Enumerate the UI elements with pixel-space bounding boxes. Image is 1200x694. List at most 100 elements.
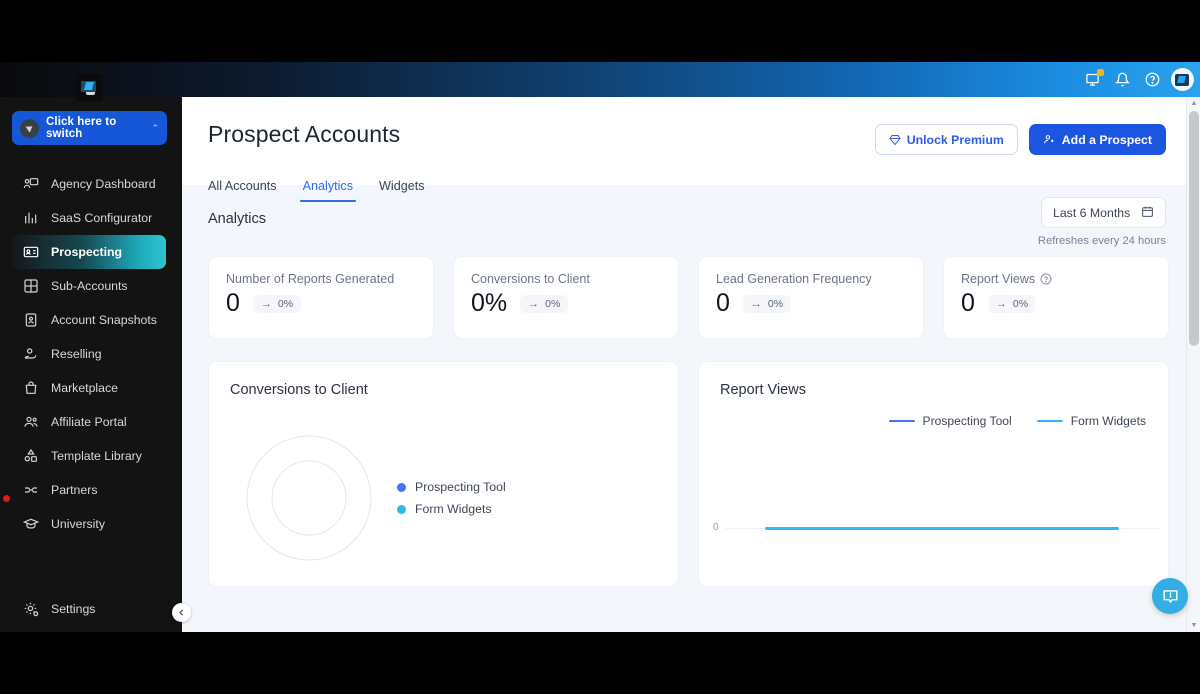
stat-card-group: Number of Reports Generated 0 → 0% Conve… bbox=[208, 256, 1169, 339]
header-actions: Unlock Premium Add a Prospect bbox=[874, 124, 1166, 155]
arrow-right-icon: → bbox=[260, 297, 272, 310]
stat-card-delta: → 0% bbox=[252, 294, 302, 313]
switch-account-label: Click here to switch bbox=[46, 116, 117, 140]
legend-line-icon bbox=[888, 419, 915, 423]
main-content: Prospect Accounts Unlock Premium Add a P… bbox=[182, 97, 1192, 632]
sidebar-item-partners[interactable]: Partners bbox=[12, 473, 166, 507]
sidebar-item-label: Settings bbox=[51, 602, 96, 616]
chat-info-icon[interactable] bbox=[1152, 578, 1188, 614]
unlock-premium-button[interactable]: Unlock Premium bbox=[874, 124, 1018, 155]
help-circle-icon[interactable] bbox=[1040, 273, 1052, 285]
stat-card-value: 0% bbox=[471, 289, 508, 317]
legend-label: Form Widgets bbox=[1070, 414, 1146, 428]
tab-analytics[interactable]: Analytics bbox=[299, 179, 357, 202]
app-logo[interactable] bbox=[76, 74, 103, 101]
sidebar-item-reselling[interactable]: Reselling bbox=[12, 337, 166, 371]
chart-panel-group: Conversions to Client Prospecting Tool F… bbox=[208, 361, 1169, 587]
user-plus-icon bbox=[1043, 133, 1056, 146]
scroll-down-icon[interactable]: ▼ bbox=[1187, 619, 1200, 632]
sidebar-item-label: Account Snapshots bbox=[51, 313, 157, 327]
stat-card-delta: → 0% bbox=[742, 294, 792, 313]
legend-item[interactable]: Form Widgets bbox=[1036, 414, 1146, 428]
report-views-chart-panel: Report Views Prospecting Tool Form Widge… bbox=[698, 361, 1169, 587]
screenrec-label: screenrec bbox=[0, 527, 40, 572]
stat-card-reports-generated: Number of Reports Generated 0 → 0% bbox=[208, 256, 434, 339]
stat-card-row: 0 → 0% bbox=[961, 289, 1151, 318]
legend-item[interactable]: Prospecting Tool bbox=[888, 414, 1012, 428]
line-series-form-widgets bbox=[765, 526, 1119, 530]
recording-dot-icon bbox=[3, 495, 10, 502]
sidebar-item-affiliate-portal[interactable]: Affiliate Portal bbox=[12, 405, 166, 439]
sidebar-item-agency-dashboard[interactable]: Agency Dashboard bbox=[12, 167, 166, 201]
chevron-up-icon: ⌃ bbox=[151, 122, 159, 133]
sidebar-item-marketplace[interactable]: Marketplace bbox=[12, 371, 166, 405]
whiteboard-icon[interactable] bbox=[1080, 68, 1104, 92]
sidebar-item-account-snapshots[interactable]: Account Snapshots bbox=[12, 303, 166, 337]
arrow-right-icon: → bbox=[995, 297, 1007, 310]
sidebar-collapse-button[interactable] bbox=[172, 603, 191, 622]
users-icon bbox=[22, 413, 40, 431]
legend-dot-icon bbox=[397, 482, 406, 492]
donut-legend: Prospecting Tool Form Widgets bbox=[397, 480, 506, 524]
avatar[interactable] bbox=[1170, 68, 1194, 92]
date-range-picker[interactable]: Last 6 Months bbox=[1041, 197, 1166, 228]
gear-icon bbox=[22, 600, 40, 618]
stat-card-delta-value: 0% bbox=[277, 297, 294, 310]
conversions-chart-panel: Conversions to Client Prospecting Tool F… bbox=[208, 361, 679, 587]
shapes-icon bbox=[22, 447, 40, 465]
help-circle-icon[interactable] bbox=[1140, 68, 1164, 92]
stat-card-value: 0 bbox=[961, 289, 975, 317]
panel-title: Report Views bbox=[720, 382, 806, 398]
donut-chart[interactable] bbox=[245, 434, 373, 562]
legend-item[interactable]: Prospecting Tool bbox=[397, 480, 506, 494]
arrow-right-icon: → bbox=[528, 297, 540, 310]
stat-card-delta-value: 0% bbox=[1012, 297, 1029, 310]
legend-label: Prospecting Tool bbox=[415, 480, 506, 494]
sidebar-nav: Agency Dashboard SaaS Configurator Prosp… bbox=[0, 167, 182, 541]
sidebar-item-label: Sub-Accounts bbox=[51, 279, 128, 293]
bell-icon[interactable] bbox=[1110, 68, 1134, 92]
sidebar-item-settings[interactable]: Settings bbox=[12, 592, 172, 626]
stat-card-value: 0 bbox=[716, 289, 730, 317]
legend-dot-icon bbox=[397, 504, 406, 514]
letterbox-bottom bbox=[0, 632, 1200, 694]
date-range-label: Last 6 Months bbox=[1053, 205, 1131, 220]
legend-line-icon bbox=[1036, 419, 1063, 423]
y-axis-tick-0: 0 bbox=[713, 522, 719, 533]
scroll-up-icon[interactable]: ▲ bbox=[1187, 97, 1200, 110]
stat-card-report-views: Report Views 0 → 0% bbox=[943, 256, 1169, 339]
stat-card-lead-generation-frequency: Lead Generation Frequency 0 → 0% bbox=[698, 256, 924, 339]
legend-item[interactable]: Form Widgets bbox=[397, 502, 506, 516]
section-title: Analytics bbox=[208, 211, 267, 227]
tab-all-accounts[interactable]: All Accounts bbox=[208, 179, 277, 202]
tab-bar: All Accounts Analytics Widgets bbox=[208, 179, 425, 202]
add-prospect-button[interactable]: Add a Prospect bbox=[1028, 124, 1166, 155]
page-scrollbar[interactable]: ▲ ▼ bbox=[1186, 97, 1200, 632]
switch-avatar-icon bbox=[20, 118, 39, 138]
line-legend: Prospecting Tool Form Widgets bbox=[888, 414, 1146, 428]
tab-widgets[interactable]: Widgets bbox=[379, 179, 425, 202]
sidebar-item-sub-accounts[interactable]: Sub-Accounts bbox=[12, 269, 166, 303]
sidebar-item-label: Prospecting bbox=[51, 245, 123, 259]
sidebar-item-label: Agency Dashboard bbox=[51, 177, 156, 191]
app-root: Click here to switch ⌃ Agency Dashboard bbox=[0, 0, 1200, 694]
sidebar-item-saas-configurator[interactable]: SaaS Configurator bbox=[12, 201, 166, 235]
stat-card-label: Report Views bbox=[961, 272, 1151, 286]
sidebar-item-label: Template Library bbox=[51, 449, 142, 463]
stat-card-label: Number of Reports Generated bbox=[226, 272, 395, 286]
bar-chart-icon bbox=[22, 209, 40, 227]
sidebar-item-template-library[interactable]: Template Library bbox=[12, 439, 166, 473]
id-card-icon bbox=[22, 243, 40, 261]
sidebar-item-prospecting[interactable]: Prospecting bbox=[12, 235, 166, 269]
switch-account-button[interactable]: Click here to switch ⌃ bbox=[12, 111, 167, 145]
stat-card-label-text: Report Views bbox=[961, 272, 1036, 286]
sidebar-item-label: Partners bbox=[51, 483, 98, 497]
dashboard-icon bbox=[22, 175, 40, 193]
whiteboard-badge bbox=[1097, 68, 1104, 76]
line-chart[interactable]: 0 bbox=[699, 440, 1168, 570]
bag-icon bbox=[22, 379, 40, 397]
legend-label: Prospecting Tool bbox=[922, 414, 1012, 428]
arrow-right-icon: → bbox=[750, 297, 762, 310]
scrollbar-thumb[interactable] bbox=[1189, 111, 1199, 346]
add-prospect-label: Add a Prospect bbox=[1061, 132, 1152, 147]
